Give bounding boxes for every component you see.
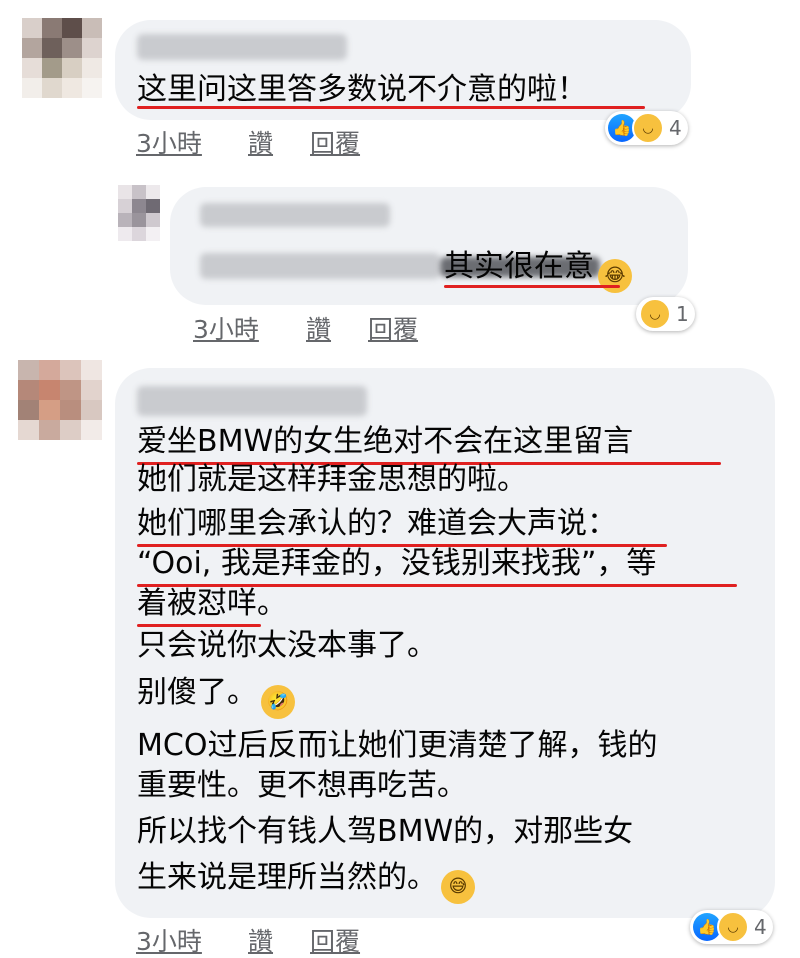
haha-icon: ◡ [632,112,664,144]
commenter-avatar[interactable] [118,185,160,241]
comment-timestamp[interactable]: 3小時 [193,310,259,346]
comment-text-line: 她们哪里会承认的？难道会大声说： [137,506,617,541]
reaction-count: 4 [669,116,682,140]
comment-text-line: 别傻了。 🤣 [137,673,295,719]
comment-text-segment: 别傻了。 [137,675,257,710]
comment-timestamp[interactable]: 3小時 [136,922,202,958]
highlight-underline [444,285,620,288]
comment-bubble: 其实很在意 😂 [170,187,688,305]
rolling-laughing-icon: 🤣 [261,685,295,719]
haha-icon: ◡ [717,911,749,943]
reaction-summary[interactable]: 👍 ◡ 4 [690,910,773,944]
blurred-text [200,253,440,279]
like-button[interactable]: 讚 [248,922,273,958]
comment-bubble: 这里问这里答多数说不介意的啦！ [115,20,691,120]
comment-bubble: 爱坐BMW的女生绝对不会在这里留言 她们就是这样拜金思想的啦。 她们哪里会承认的… [115,368,775,918]
blurred-author-name[interactable] [137,386,367,416]
comment-text-visible: 其实很在意 [444,249,594,284]
grinning-sweat-icon: 😅 [441,870,475,904]
reply-button[interactable]: 回覆 [368,310,418,346]
comment-text-line: 只会说你太没本事了。 [137,628,437,663]
comment-text-line: MCO过后反而让她们更清楚了解，钱的 [137,728,658,763]
comment-text-line: “Ooi, 我是拜金的，没钱别来找我”，等 [137,546,657,581]
commenter-avatar[interactable] [18,360,102,440]
comment-text-line: 着被怼咩。 [137,586,287,621]
reaction-count: 1 [676,302,689,326]
highlight-underline [137,106,645,109]
comment-text-line: 生来说是理所当然的。 😅 [137,858,475,904]
comment-timestamp[interactable]: 3小時 [136,124,202,160]
comment-text-line: 爱坐BMW的女生绝对不会在这里留言 [137,424,634,459]
reaction-summary[interactable]: ◡ 1 [636,297,695,331]
reply-button[interactable]: 回覆 [310,922,360,958]
like-button[interactable]: 讚 [248,124,273,160]
commenter-avatar[interactable] [22,18,102,98]
blurred-author-name[interactable] [137,34,347,60]
haha-icon: ◡ [639,298,671,330]
reaction-count: 4 [754,915,767,939]
reaction-summary[interactable]: 👍 ◡ 4 [605,111,688,145]
comment-text-line: 所以找个有钱人驾BMW的，对那些女 [137,814,634,849]
blurred-author-name[interactable] [200,203,390,227]
comment-text: 这里问这里答多数说不介意的啦！ [137,72,587,107]
comment-text-line: 重要性。更不想再吃苦。 [137,768,467,803]
comment-text-segment: 生来说是理所当然的。 [137,860,437,895]
comment-text-line: 她们就是这样拜金思想的啦。 [137,462,527,497]
like-button[interactable]: 讚 [306,310,331,346]
reply-button[interactable]: 回覆 [310,124,360,160]
